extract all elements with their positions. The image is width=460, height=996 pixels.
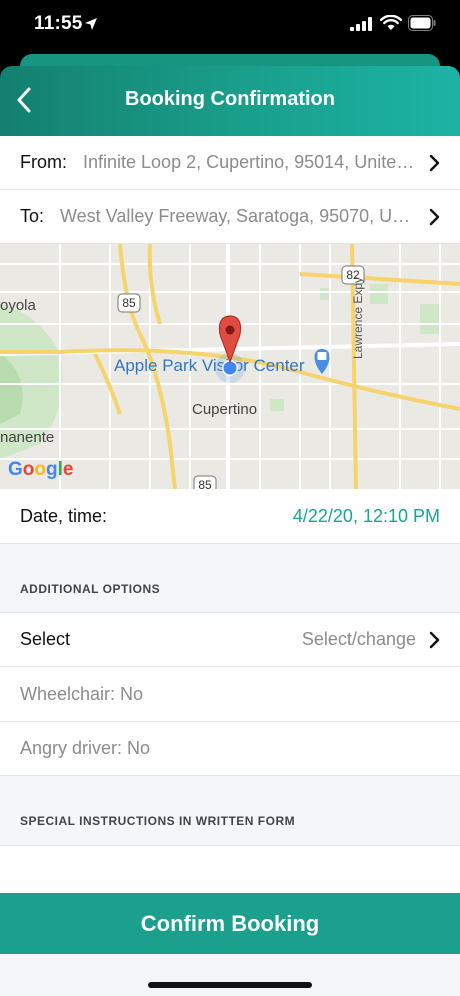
booking-content: From: Infinite Loop 2, Cupertino, 95014,…: [0, 136, 460, 996]
route-map[interactable]: Google 85 82 85 oyola nanente Cupertino …: [0, 244, 460, 489]
special-instructions-input[interactable]: [0, 846, 460, 893]
wifi-icon: [380, 15, 402, 30]
map-label-rancho: nanente: [0, 429, 54, 446]
from-label: From:: [20, 152, 67, 172]
home-indicator: [148, 982, 312, 988]
special-instructions-header: SPECIAL INSTRUCTIONS IN WRITTEN FORM: [0, 776, 460, 846]
map-label-lawrence: Lawrence Expy: [351, 277, 365, 359]
nav-header: Booking Confirmation: [0, 66, 460, 136]
highway-85-bottom-shield: 85: [193, 475, 217, 489]
datetime-row[interactable]: Date, time: 4/22/20, 12:10 PM: [0, 489, 460, 544]
cellular-signal-icon: [350, 17, 372, 31]
to-label: To:: [20, 206, 45, 226]
from-value: Infinite Loop 2, Cupertino, 95014, Unite…: [83, 152, 416, 172]
bottom-safe-area: [0, 954, 460, 996]
google-logo: Google: [8, 459, 73, 480]
chevron-right-icon: [429, 154, 440, 171]
select-label: Select: [20, 629, 71, 649]
chevron-right-icon: [429, 631, 440, 648]
wheelchair-row: Wheelchair: No: [0, 667, 460, 722]
confirm-booking-button[interactable]: Confirm Booking: [0, 893, 460, 954]
battery-icon: [408, 15, 436, 31]
select-options-row[interactable]: Select Select/change: [0, 613, 460, 667]
wheelchair-option: Wheelchair: No: [20, 683, 144, 704]
chevron-right-icon: [429, 208, 440, 225]
to-value: West Valley Freeway, Saratoga, 95070, Un…: [60, 206, 416, 226]
datetime-value: 4/22/20, 12:10 PM: [292, 505, 440, 526]
datetime-label: Date, time:: [20, 505, 108, 526]
map-canvas: Google 85 82 85 oyola nanente Cupertino …: [0, 244, 460, 489]
select-value: Select/change: [301, 629, 416, 649]
highway-85-label: 85: [198, 478, 212, 489]
additional-options-header: ADDITIONAL OPTIONS: [0, 544, 460, 613]
from-row[interactable]: From: Infinite Loop 2, Cupertino, 95014,…: [0, 136, 460, 190]
highway-85-top-shield: 85: [117, 293, 141, 313]
status-time: 11:55: [34, 13, 83, 34]
angry-driver-row: Angry driver: No: [0, 722, 460, 776]
map-label-apple-park: Apple Park Visitor Center: [114, 356, 305, 375]
status-bar: 11:55: [0, 0, 460, 52]
angry-driver-option: Angry driver: No: [20, 738, 151, 758]
highway-85-label: 85: [122, 296, 136, 310]
page-title: Booking Confirmation: [125, 88, 335, 110]
map-label-loyola: oyola: [0, 297, 37, 314]
to-row[interactable]: To: West Valley Freeway, Saratoga, 95070…: [0, 190, 460, 244]
map-label-cupertino: Cupertino: [192, 401, 257, 418]
section-title: SPECIAL INSTRUCTIONS IN WRITTEN FORM: [20, 814, 296, 828]
location-arrow-icon: [85, 18, 97, 30]
section-title: ADDITIONAL OPTIONS: [20, 582, 161, 596]
